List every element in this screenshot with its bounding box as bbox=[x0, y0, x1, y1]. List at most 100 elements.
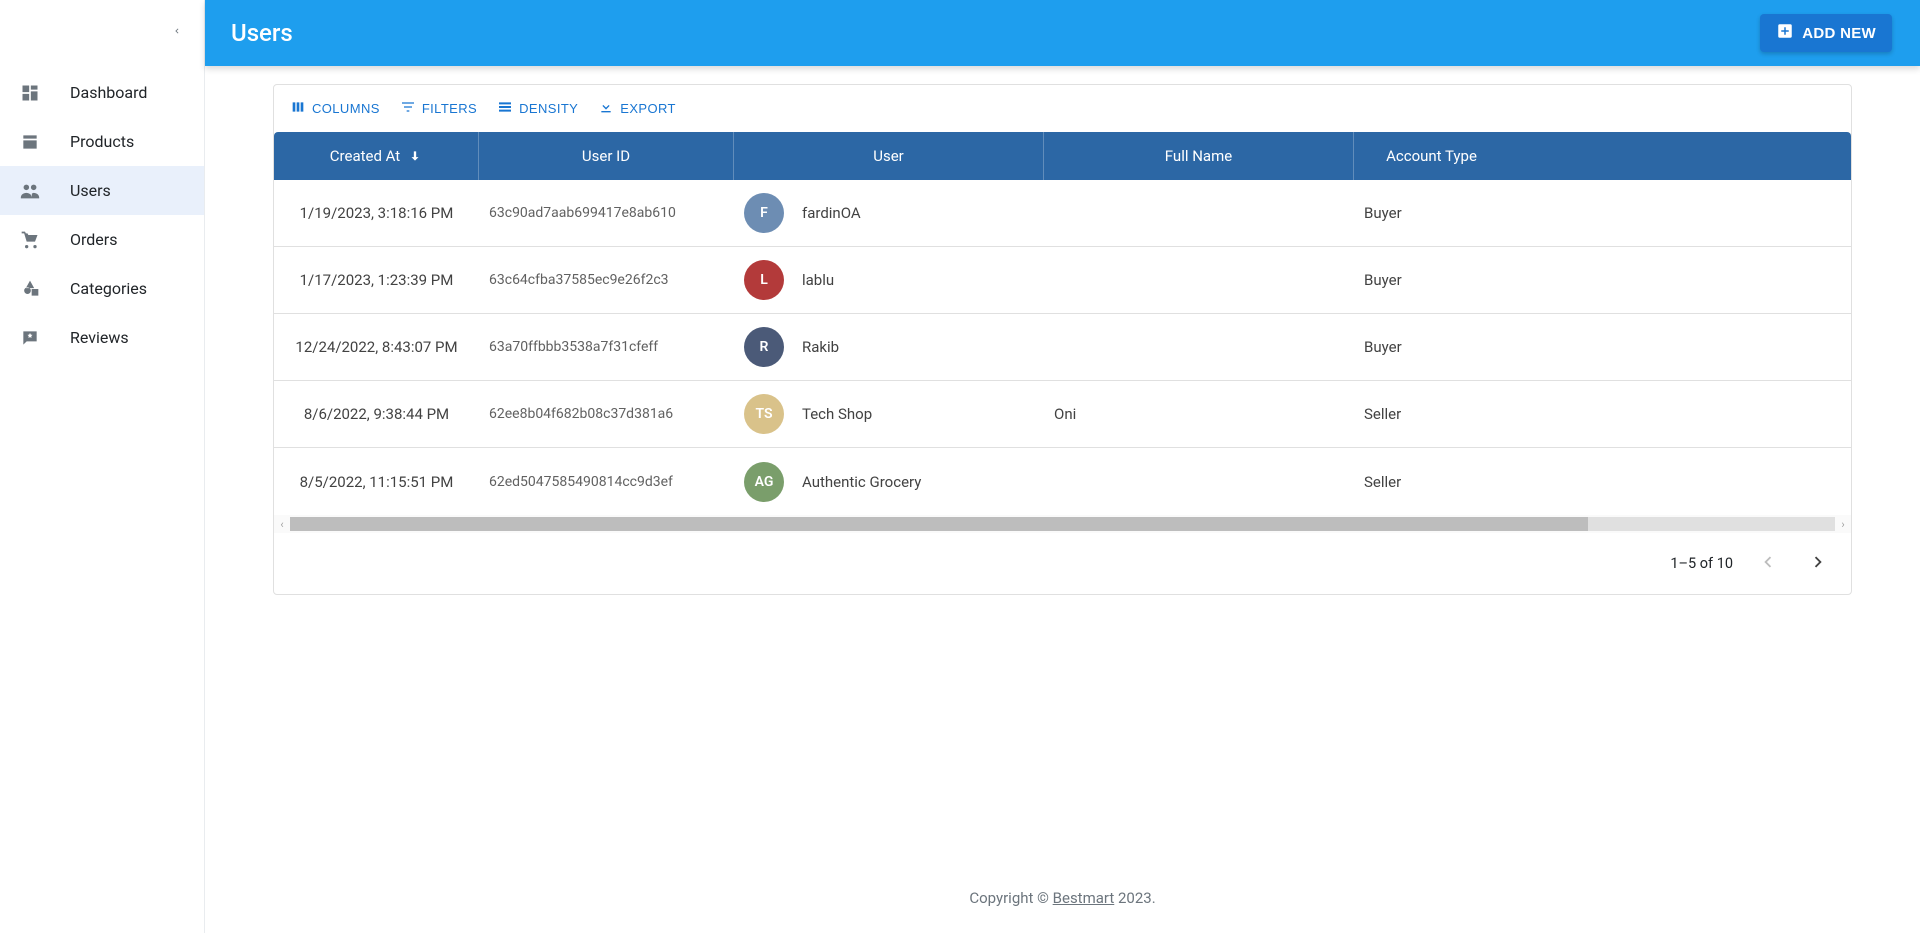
filters-label: FILTERS bbox=[422, 101, 477, 116]
cell-account-type: Seller bbox=[1354, 448, 1509, 515]
col-header-full-name[interactable]: Full Name bbox=[1044, 132, 1354, 180]
users-data-grid: COLUMNS FILTERS DENSITY bbox=[273, 84, 1852, 595]
filter-icon bbox=[400, 99, 416, 118]
sidebar: Dashboard Products Users Orders Categories Re… bbox=[0, 0, 205, 933]
sidebar-item-label: Products bbox=[70, 132, 134, 151]
scroll-left-icon: ‹ bbox=[274, 518, 290, 531]
add-new-label: ADD NEW bbox=[1802, 25, 1876, 42]
table-header: Created At User ID User Full Name bbox=[274, 132, 1851, 180]
columns-label: COLUMNS bbox=[312, 101, 380, 116]
table-row[interactable]: 8/6/2022, 9:38:44 PM62ee8b04f682b08c37d3… bbox=[274, 381, 1851, 448]
scroll-track bbox=[290, 517, 1835, 531]
add-new-button[interactable]: ADD NEW bbox=[1760, 14, 1892, 52]
table-row[interactable]: 12/24/2022, 8:43:07 PM63a70ffbbb3538a7f3… bbox=[274, 314, 1851, 381]
page-header: Users ADD NEW bbox=[205, 0, 1920, 66]
avatar: TS bbox=[744, 394, 784, 434]
cell-user: R Rakib bbox=[734, 314, 1044, 380]
avatar: L bbox=[744, 260, 784, 300]
columns-icon bbox=[290, 99, 306, 118]
col-header-account-type[interactable]: Account Type bbox=[1354, 132, 1509, 180]
density-button[interactable]: DENSITY bbox=[493, 95, 582, 122]
table-row[interactable]: 1/17/2023, 1:23:39 PM63c64cfba37585ec9e2… bbox=[274, 247, 1851, 314]
pagination: 1–5 of 10 bbox=[274, 533, 1851, 594]
username: Rakib bbox=[802, 338, 839, 356]
prev-page-button[interactable] bbox=[1753, 547, 1783, 580]
cell-account-type: Buyer bbox=[1354, 247, 1509, 313]
sidebar-item-categories[interactable]: Categories bbox=[0, 264, 204, 313]
sidebar-item-users[interactable]: Users bbox=[0, 166, 204, 215]
sidebar-item-label: Orders bbox=[70, 230, 117, 249]
copyright-link[interactable]: Bestmart bbox=[1053, 889, 1115, 907]
avatar: AG bbox=[744, 462, 784, 502]
chevron-right-icon bbox=[1807, 551, 1829, 576]
sidebar-item-reviews[interactable]: Reviews bbox=[0, 313, 204, 362]
username: Tech Shop bbox=[802, 405, 872, 423]
cell-user: TS Tech Shop bbox=[734, 381, 1044, 447]
avatar: F bbox=[744, 193, 784, 233]
cell-created-at: 12/24/2022, 8:43:07 PM bbox=[274, 314, 479, 380]
cell-account-type: Seller bbox=[1354, 381, 1509, 447]
cell-account-type: Buyer bbox=[1354, 180, 1509, 246]
chevron-left-icon bbox=[1757, 551, 1779, 576]
cell-user: Llablu bbox=[734, 247, 1044, 313]
sidebar-item-label: Reviews bbox=[70, 328, 129, 347]
cell-user-id: 63c64cfba37585ec9e26f2c3 bbox=[479, 247, 734, 313]
cell-user: FfardinOA bbox=[734, 180, 1044, 246]
col-header-label: Created At bbox=[330, 147, 400, 165]
col-header-user-id[interactable]: User ID bbox=[479, 132, 734, 180]
col-header-created-at[interactable]: Created At bbox=[274, 132, 479, 180]
cell-user-id: 63c90ad7aab699417e8ab610 bbox=[479, 180, 734, 246]
col-header-label: Account Type bbox=[1386, 147, 1477, 165]
col-header-label: User bbox=[873, 147, 904, 165]
download-icon bbox=[598, 99, 614, 118]
col-header-label: User ID bbox=[582, 147, 630, 165]
reviews-icon bbox=[18, 328, 42, 348]
sidebar-collapse[interactable] bbox=[0, 0, 204, 66]
cell-full-name: Oni bbox=[1044, 381, 1354, 447]
chevron-left-icon bbox=[172, 24, 182, 42]
copyright-suffix: 2023. bbox=[1114, 889, 1155, 907]
col-header-user[interactable]: User bbox=[734, 132, 1044, 180]
table-row[interactable]: 1/19/2023, 3:18:16 PM63c90ad7aab699417e8… bbox=[274, 180, 1851, 247]
cell-full-name bbox=[1044, 314, 1354, 380]
username: fardinOA bbox=[802, 204, 861, 222]
avatar: R bbox=[744, 327, 784, 367]
sidebar-item-label: Users bbox=[70, 181, 111, 200]
sidebar-item-label: Dashboard bbox=[70, 83, 147, 102]
grid-toolbar: COLUMNS FILTERS DENSITY bbox=[274, 85, 1851, 132]
next-page-button[interactable] bbox=[1803, 547, 1833, 580]
density-icon bbox=[497, 99, 513, 118]
table-row[interactable]: 8/5/2022, 11:15:51 PM62ed5047585490814cc… bbox=[274, 448, 1851, 515]
copyright: Copyright © Bestmart 2023. bbox=[205, 863, 1920, 933]
cell-full-name bbox=[1044, 448, 1354, 515]
cell-user-id: 62ee8b04f682b08c37d381a6 bbox=[479, 381, 734, 447]
cell-created-at: 8/6/2022, 9:38:44 PM bbox=[274, 381, 479, 447]
arrow-down-icon bbox=[408, 149, 422, 163]
users-icon bbox=[18, 180, 42, 202]
filters-button[interactable]: FILTERS bbox=[396, 95, 481, 122]
horizontal-scrollbar[interactable]: ‹ › bbox=[274, 515, 1851, 533]
cell-user: AG Authentic Grocery bbox=[734, 448, 1044, 515]
copyright-prefix: Copyright © bbox=[969, 889, 1052, 907]
page-title: Users bbox=[231, 19, 293, 47]
cell-created-at: 8/5/2022, 11:15:51 PM bbox=[274, 448, 479, 515]
export-label: EXPORT bbox=[620, 101, 676, 116]
export-button[interactable]: EXPORT bbox=[594, 95, 680, 122]
density-label: DENSITY bbox=[519, 101, 578, 116]
scroll-thumb[interactable] bbox=[290, 517, 1588, 531]
columns-button[interactable]: COLUMNS bbox=[286, 95, 384, 122]
cell-created-at: 1/17/2023, 1:23:39 PM bbox=[274, 247, 479, 313]
sidebar-item-orders[interactable]: Orders bbox=[0, 215, 204, 264]
sidebar-item-label: Categories bbox=[70, 279, 147, 298]
dashboard-icon bbox=[18, 83, 42, 103]
username: Authentic Grocery bbox=[802, 473, 921, 491]
cell-account-type: Buyer bbox=[1354, 314, 1509, 380]
username: lablu bbox=[802, 271, 834, 289]
cell-full-name bbox=[1044, 247, 1354, 313]
sidebar-item-products[interactable]: Products bbox=[0, 117, 204, 166]
plus-icon bbox=[1776, 22, 1794, 44]
categories-icon bbox=[18, 279, 42, 299]
orders-icon bbox=[18, 230, 42, 250]
cell-user-id: 62ed5047585490814cc9d3ef bbox=[479, 448, 734, 515]
sidebar-item-dashboard[interactable]: Dashboard bbox=[0, 68, 204, 117]
